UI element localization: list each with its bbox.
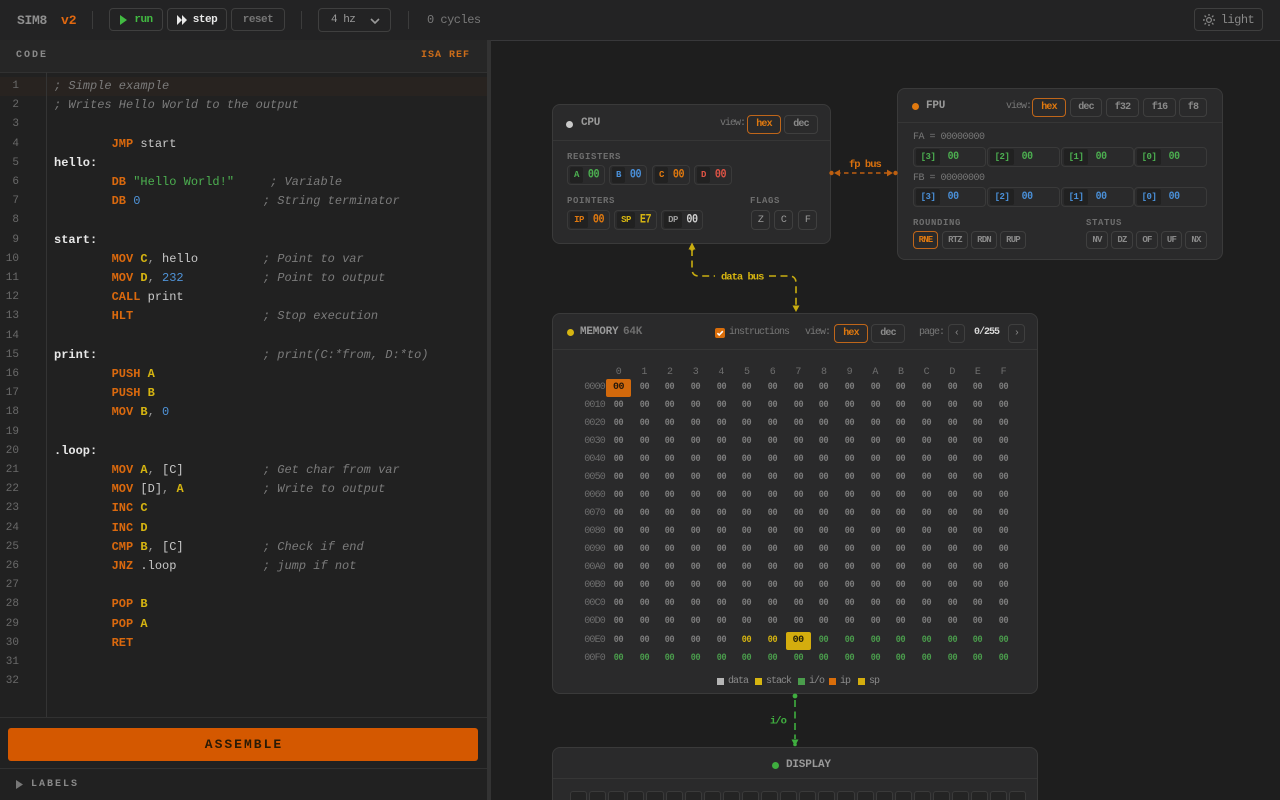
svg-text:fp bus: fp bus — [849, 159, 882, 171]
svg-text:data bus: data bus — [721, 272, 764, 284]
svg-text:i/o: i/o — [770, 716, 787, 728]
